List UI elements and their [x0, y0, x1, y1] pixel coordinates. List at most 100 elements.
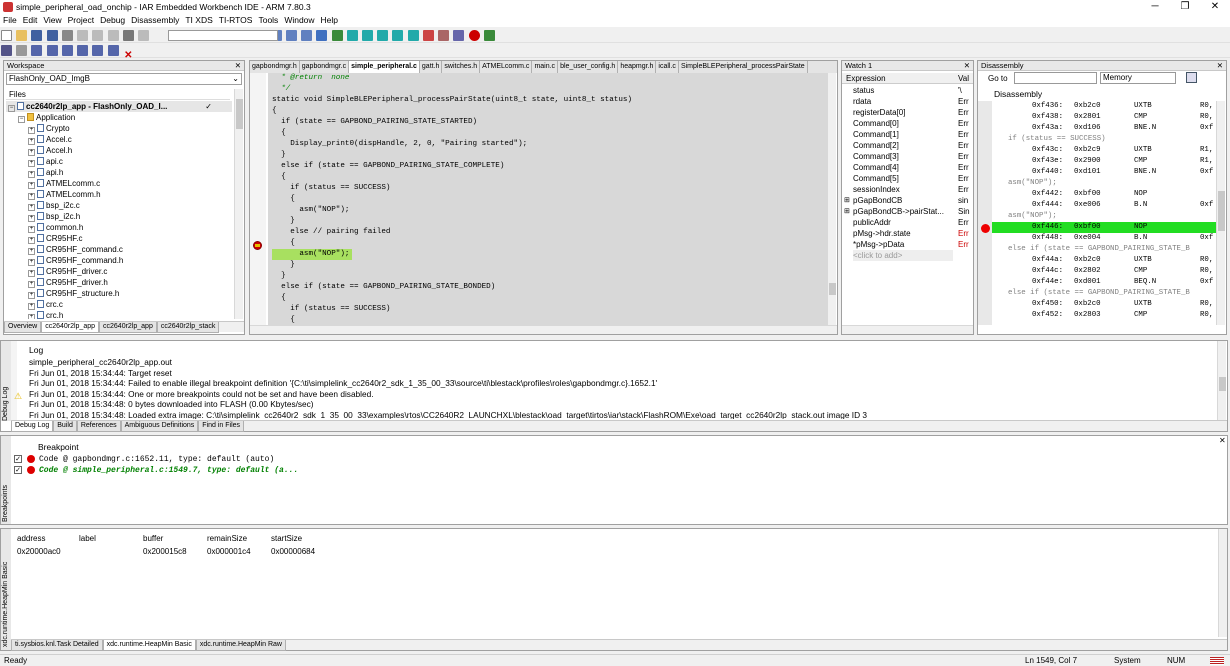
tree-item[interactable]: + bsp_i2c.c: [6, 200, 232, 211]
break-icon[interactable]: [16, 45, 28, 56]
make-icon[interactable]: [392, 30, 404, 41]
goto-input[interactable]: [1014, 72, 1097, 84]
step-out-icon[interactable]: [61, 45, 73, 56]
workspace-tab[interactable]: Overview: [4, 322, 42, 333]
open-icon[interactable]: [16, 30, 28, 41]
watch-row[interactable]: pMsg->hdr.state Err: [842, 228, 973, 239]
run-icon[interactable]: [483, 30, 495, 41]
tree-item[interactable]: + api.c: [6, 156, 232, 167]
watch-row[interactable]: sessionIndex Err: [842, 184, 973, 195]
compile-icon[interactable]: [377, 30, 389, 41]
watch-row[interactable]: ⊞ pGapBondCB->pairStat... Sin: [842, 206, 973, 217]
editor-tab[interactable]: gapbondmgr.h: [250, 61, 300, 73]
disassembly-listing[interactable]: 0xf436: 0xb2c0 UXTB R0, 0xf438: 0x2801 CMP R0, 0…: [978, 101, 1216, 325]
expand-icon[interactable]: +: [28, 259, 35, 266]
heap-tab[interactable]: xdc.runtime.HeapMin Raw: [195, 640, 286, 651]
expand-icon[interactable]: +: [28, 303, 35, 310]
editor-vscroll[interactable]: [827, 73, 836, 325]
expand-icon[interactable]: +: [28, 270, 35, 277]
tree-item[interactable]: + Accel.h: [6, 145, 232, 156]
tree-item[interactable]: + CR95HF.c: [6, 233, 232, 244]
editor-hscroll[interactable]: [250, 325, 837, 334]
breakpoint-item[interactable]: ✓ Code @ simple_peripheral.c:1549.7, type…: [14, 465, 614, 476]
workspace-tab[interactable]: cc2640r2lp_app: [99, 322, 157, 333]
config-select[interactable]: FlashOnly_OAD_ImgB ⌄: [6, 73, 242, 85]
editor-tab[interactable]: main.c: [532, 61, 559, 73]
tree-item[interactable]: + CR95HF_driver.h: [6, 277, 232, 288]
toggle-breakpoint-icon[interactable]: [422, 30, 434, 41]
nav-back-icon[interactable]: [346, 30, 358, 41]
tree-item[interactable]: + common.h: [6, 222, 232, 233]
tree-item[interactable]: + ATMELcomm.h: [6, 189, 232, 200]
go-to-icon[interactable]: [316, 30, 328, 41]
menu-item[interactable]: Disassembly: [128, 14, 182, 26]
tree-item[interactable]: + crc.c: [6, 299, 232, 310]
minimize-button[interactable]: ─: [1140, 0, 1170, 14]
expand-icon[interactable]: −: [18, 116, 25, 123]
workspace-scrollbar[interactable]: [234, 89, 243, 319]
heap-col-header[interactable]: startSize: [271, 534, 302, 543]
breakpoints-side-tab[interactable]: Breakpoints: [1, 436, 11, 524]
save-icon[interactable]: [31, 30, 43, 41]
copy-icon[interactable]: [92, 30, 104, 41]
value-col-header[interactable]: Val: [958, 74, 969, 83]
maximize-button[interactable]: ❐: [1170, 0, 1200, 14]
editor-gutter[interactable]: [250, 73, 266, 325]
heap-col-header[interactable]: address: [17, 534, 45, 543]
expand-icon[interactable]: +: [28, 193, 35, 200]
editor-tab[interactable]: simple_peripheral.c: [349, 61, 420, 73]
editor-tab[interactable]: icall.c: [656, 61, 679, 73]
save-all-icon[interactable]: [46, 30, 58, 41]
editor-tab[interactable]: heapmgr.h: [618, 61, 657, 73]
menu-item[interactable]: Debug: [97, 14, 128, 26]
nav-forward-icon[interactable]: [361, 30, 373, 41]
tree-item[interactable]: + bsp_i2c.h: [6, 211, 232, 222]
tree-item[interactable]: − Application: [6, 112, 232, 123]
next-statement-icon[interactable]: [77, 45, 89, 56]
tree-item[interactable]: + CR95HF_structure.h: [6, 288, 232, 299]
find-next-icon[interactable]: [285, 30, 297, 41]
undo-icon[interactable]: [122, 30, 134, 41]
workspace-tab[interactable]: cc2640r2lp_app: [41, 322, 100, 333]
memory-select[interactable]: Memory: [1100, 72, 1176, 84]
search-combo[interactable]: [168, 30, 278, 41]
watch-row[interactable]: Command[0] Err: [842, 118, 973, 129]
reset-icon[interactable]: [1, 45, 12, 56]
watch-row[interactable]: Command[2] Err: [842, 140, 973, 151]
watch-row[interactable]: Command[5] Err: [842, 173, 973, 184]
tree-item[interactable]: + CR95HF_driver.c: [6, 266, 232, 277]
disassembly-close-icon[interactable]: ✕: [1217, 61, 1223, 70]
menu-item[interactable]: Tools: [255, 14, 281, 26]
expand-icon[interactable]: +: [28, 138, 35, 145]
bookmark-icon[interactable]: [331, 30, 343, 41]
watch-row[interactable]: Command[3] Err: [842, 151, 973, 162]
expand-icon[interactable]: +: [28, 215, 35, 222]
step-into-icon[interactable]: [46, 45, 58, 56]
menu-item[interactable]: View: [40, 14, 64, 26]
redo-icon[interactable]: [138, 30, 150, 41]
tree-item[interactable]: + CR95HF_command.c: [6, 244, 232, 255]
log-tab[interactable]: References: [76, 421, 121, 432]
close-window-button[interactable]: ✕: [1200, 0, 1230, 14]
log-vscroll[interactable]: [1217, 341, 1226, 421]
log-tab[interactable]: Debug Log: [11, 421, 54, 432]
find-prev-icon[interactable]: [301, 30, 313, 41]
step-over-icon[interactable]: [31, 45, 43, 56]
editor-tab[interactable]: switches.h: [442, 61, 481, 73]
tree-item[interactable]: + ATMELcomm.c: [6, 178, 232, 189]
stop-build-icon[interactable]: [407, 30, 419, 41]
breakpoints-close-icon[interactable]: ✕: [1219, 436, 1226, 445]
disasm-gutter[interactable]: [978, 101, 992, 325]
watch-hscroll[interactable]: [842, 325, 973, 334]
heap-col-header[interactable]: buffer: [143, 534, 163, 543]
expand-icon[interactable]: +: [28, 226, 35, 233]
paste-icon[interactable]: [107, 30, 119, 41]
heap-col-header[interactable]: label: [79, 534, 96, 543]
heap-tab[interactable]: ti.sysbios.knl.Task Detailed: [11, 640, 103, 651]
code-area[interactable]: * @return none */ static void SimpleBLEPe…: [268, 73, 827, 325]
menu-item[interactable]: Project: [65, 14, 97, 26]
download-debug-icon[interactable]: [453, 30, 465, 41]
watch-row[interactable]: Command[4] Err: [842, 162, 973, 173]
expand-icon[interactable]: ⊞: [844, 195, 850, 206]
workspace-tab[interactable]: cc2640r2lp_stack: [156, 322, 220, 333]
